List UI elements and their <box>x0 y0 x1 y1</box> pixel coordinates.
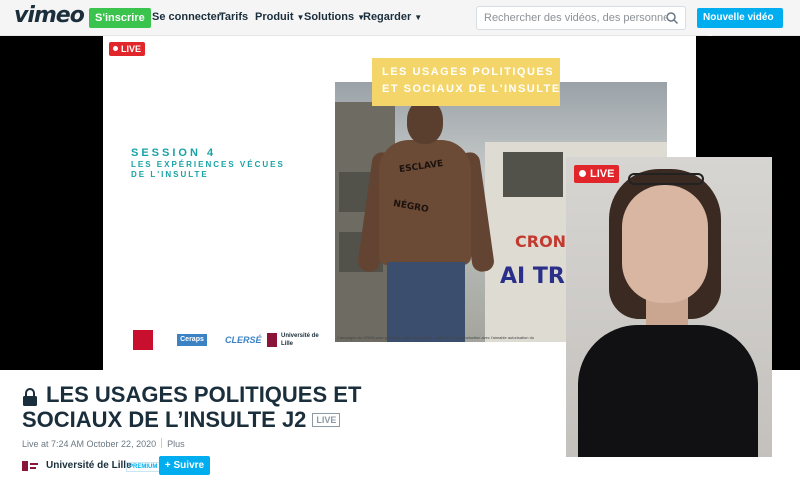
live-dot-icon <box>579 170 586 177</box>
live-badge: LIVE <box>109 42 146 56</box>
product-menu[interactable]: Produit ▼ <box>255 11 304 23</box>
video-player[interactable]: LIVE SESSION 4 LES EXPÉRIENCES VÉCUES DE… <box>0 36 800 457</box>
glasses-icon <box>628 173 704 185</box>
universite-lille-icon <box>22 461 38 471</box>
meta-divider <box>161 438 163 448</box>
follow-button[interactable]: + Suivre <box>159 456 210 475</box>
more-link[interactable]: Plus <box>167 439 185 449</box>
webcam-overlay[interactable]: LIVE <box>566 157 772 457</box>
watch-menu-label: Regarder <box>363 11 412 23</box>
session-subtitle-line2: DE L'INSULTE <box>131 170 209 179</box>
premium-badge: PREMIUM <box>126 462 161 472</box>
session-subtitle: LES EXPÉRIENCES VÉCUES DE L'INSULTE <box>131 160 331 180</box>
live-dot-icon <box>113 46 118 51</box>
universite-lille-logo-text: Université de Lille <box>281 333 319 347</box>
live-timestamp: Live at 7:24 AM October 22, 2020 <box>22 439 157 449</box>
video-title-line1: LES USAGES POLITIQUES ET <box>46 382 362 407</box>
search-input[interactable]: Rechercher des vidéos, des personnes, de… <box>476 6 686 30</box>
pricing-link[interactable]: Tarifs <box>219 11 248 23</box>
new-video-label: Nouvelle vidéo <box>703 12 774 23</box>
watch-menu[interactable]: Regarder ▼ <box>363 11 422 23</box>
ceraps-logo: Ceraps <box>177 334 207 346</box>
session-subtitle-line1: LES EXPÉRIENCES VÉCUES <box>131 160 285 169</box>
relief-panel <box>503 152 563 197</box>
sciences-po-lille-logo <box>133 330 153 350</box>
login-link[interactable]: Se connecter <box>152 11 221 23</box>
partner-logos: Ceraps CLERSÉ Université de Lille <box>131 330 331 352</box>
live-badge-label: LIVE <box>121 44 142 54</box>
solutions-menu[interactable]: Solutions ▼ <box>304 11 365 23</box>
chevron-down-icon: ▼ <box>414 13 423 22</box>
solutions-menu-label: Solutions <box>304 11 355 23</box>
new-video-button[interactable]: Nouvelle vidéo▼ <box>697 8 783 42</box>
slide-title-line1: LES USAGES POLITIQUES <box>382 66 555 78</box>
top-navigation-bar: vimeo S'inscrire Se connecter Tarifs Pro… <box>0 0 800 42</box>
session-title: SESSION 4 <box>131 147 217 159</box>
clerse-logo: CLERSÉ <box>225 335 262 345</box>
figure-head <box>407 100 443 144</box>
live-tag: LIVE <box>312 413 341 427</box>
slide-title-banner: LES USAGES POLITIQUES ET SOCIAUX DE L'IN… <box>372 58 560 106</box>
webcam-live-label: LIVE <box>590 168 615 180</box>
signup-button[interactable]: S'inscrire <box>89 8 151 28</box>
webcam-live-badge: LIVE <box>574 165 620 183</box>
product-menu-label: Produit <box>255 11 294 23</box>
graffiti-text: CRON <box>515 232 567 251</box>
universite-lille-logo-mark <box>267 333 277 347</box>
figure-jeans <box>387 262 465 342</box>
video-meta: Live at 7:24 AM October 22, 2020 Plus <box>22 438 185 449</box>
vimeo-logo[interactable]: vimeo <box>14 3 85 28</box>
search-icon[interactable] <box>665 11 679 25</box>
slide-title-line2: ET SOCIAUX DE L'INSULTE <box>382 83 561 95</box>
video-title-line2: SOCIAUX DE L’INSULTE J2 <box>22 407 307 432</box>
video-title: LES USAGES POLITIQUES ET SOCIAUX DE L’IN… <box>22 382 562 432</box>
search-placeholder: Rechercher des vidéos, des personnes, de… <box>484 12 666 24</box>
channel-avatar[interactable] <box>22 459 38 471</box>
photo-caption: Campagne du CRAN pour protester contre l… <box>337 335 535 340</box>
channel-name-link[interactable]: Université de Lille <box>46 460 132 471</box>
speaker-body <box>578 325 758 457</box>
speaker-face <box>622 185 708 303</box>
